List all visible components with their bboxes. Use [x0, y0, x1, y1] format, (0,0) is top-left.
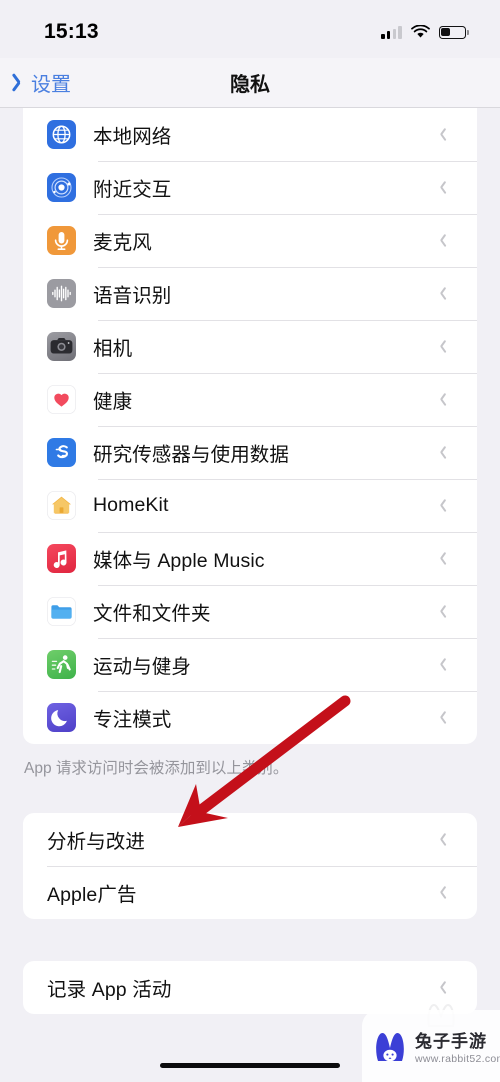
chevron-right-icon [437, 657, 446, 672]
health-heart-icon [47, 385, 76, 414]
files-folder-icon [47, 597, 76, 626]
iphone-screen: 15:13 设置 隐私 本地网络 附近交互 麦克风 语音识别 相机 健康 研究传… [0, 0, 500, 1082]
app-activity-group: 记录 App 活动 [23, 960, 477, 1014]
chevron-right-icon [437, 180, 446, 195]
settings-row-apple-advertising[interactable]: Apple广告 [23, 865, 477, 919]
nearby-interaction-icon [47, 173, 76, 202]
chevron-right-icon [437, 286, 446, 301]
status-bar: 15:13 [0, 0, 500, 58]
battery-icon [439, 25, 469, 39]
watermark-url: www.rabbit52.com [415, 1053, 500, 1065]
wifi-icon [411, 24, 430, 39]
chevron-right-icon [437, 127, 446, 142]
rabbit-logo-icon [372, 1028, 408, 1064]
status-bar-indicators [381, 19, 469, 39]
camera-icon [47, 332, 76, 361]
chevron-right-icon [437, 445, 446, 460]
permissions-group: 本地网络 附近交互 麦克风 语音识别 相机 健康 研究传感器与使用数据 Home… [23, 108, 477, 744]
watermark-text: 兔子手游 www.rabbit52.com [415, 1027, 500, 1065]
row-label: 运动与健身 [93, 656, 192, 678]
settings-row-files-folders[interactable]: 文件和文件夹 [23, 585, 477, 638]
settings-row-focus[interactable]: 专注模式 [23, 691, 477, 744]
settings-row-speech-recognition[interactable]: 语音识别 [23, 267, 477, 320]
research-sensor-icon [47, 438, 76, 467]
settings-row-microphone[interactable]: 麦克风 [23, 214, 477, 267]
row-label: 相机 [93, 338, 133, 360]
chevron-right-icon [437, 604, 446, 619]
settings-row-local-network[interactable]: 本地网络 [23, 108, 477, 161]
row-label: 研究传感器与使用数据 [93, 444, 290, 466]
row-label: Apple广告 [47, 883, 137, 906]
back-button[interactable]: 设置 [0, 68, 71, 97]
chevron-right-icon [437, 885, 446, 900]
fitness-runner-icon [47, 650, 76, 679]
row-label: 文件和文件夹 [93, 603, 211, 625]
settings-scroll-view[interactable]: 本地网络 附近交互 麦克风 语音识别 相机 健康 研究传感器与使用数据 Home… [0, 108, 500, 1082]
row-label: 麦克风 [93, 232, 152, 254]
row-label: 专注模式 [93, 709, 172, 731]
page-title: 隐私 [230, 74, 270, 96]
microphone-icon [47, 226, 76, 255]
chevron-left-icon [14, 72, 27, 94]
focus-moon-icon [47, 703, 76, 732]
analytics-group: 分析与改进 Apple广告 [23, 812, 477, 919]
row-label: HomeKit [93, 494, 169, 516]
chevron-right-icon [437, 980, 446, 995]
settings-row-camera[interactable]: 相机 [23, 320, 477, 373]
permissions-footnote: App 请求访问时会被添加到以上类别。 [24, 760, 289, 777]
chevron-right-icon [437, 498, 446, 513]
row-label: 媒体与 Apple Music [93, 550, 265, 572]
chevron-right-icon [437, 832, 446, 847]
chevron-right-icon [437, 233, 446, 248]
settings-row-motion-fitness[interactable]: 运动与健身 [23, 638, 477, 691]
navigation-bar: 设置 隐私 [0, 58, 500, 108]
home-indicator [160, 1062, 340, 1068]
settings-row-record-app-activity[interactable]: 记录 App 活动 [23, 961, 477, 1014]
row-label: 语音识别 [93, 285, 172, 307]
row-label: 分析与改进 [47, 830, 146, 853]
cellular-signal-icon [381, 25, 402, 39]
settings-row-analytics-improvements[interactable]: 分析与改进 [23, 813, 477, 866]
settings-row-media-apple-music[interactable]: 媒体与 Apple Music [23, 532, 477, 585]
settings-row-nearby-interaction[interactable]: 附近交互 [23, 161, 477, 214]
watermark: 兔子手游 www.rabbit52.com [362, 1010, 500, 1082]
chevron-right-icon [437, 392, 446, 407]
chevron-right-icon [437, 339, 446, 354]
row-label: 记录 App 活动 [47, 978, 172, 1001]
status-bar-clock: 15:13 [44, 20, 99, 43]
row-label: 附近交互 [93, 179, 172, 201]
globe-icon [47, 120, 76, 149]
chevron-right-icon [437, 710, 446, 725]
settings-row-research-sensor[interactable]: 研究传感器与使用数据 [23, 426, 477, 479]
apple-music-icon [47, 544, 76, 573]
row-label: 本地网络 [93, 126, 172, 148]
watermark-name: 兔子手游 [415, 1032, 487, 1051]
homekit-house-icon [47, 491, 76, 520]
speech-waveform-icon [47, 279, 76, 308]
chevron-right-icon [437, 551, 446, 566]
settings-row-health[interactable]: 健康 [23, 373, 477, 426]
row-label: 健康 [93, 391, 133, 413]
back-button-label: 设置 [31, 74, 71, 96]
settings-row-homekit[interactable]: HomeKit [23, 479, 477, 532]
